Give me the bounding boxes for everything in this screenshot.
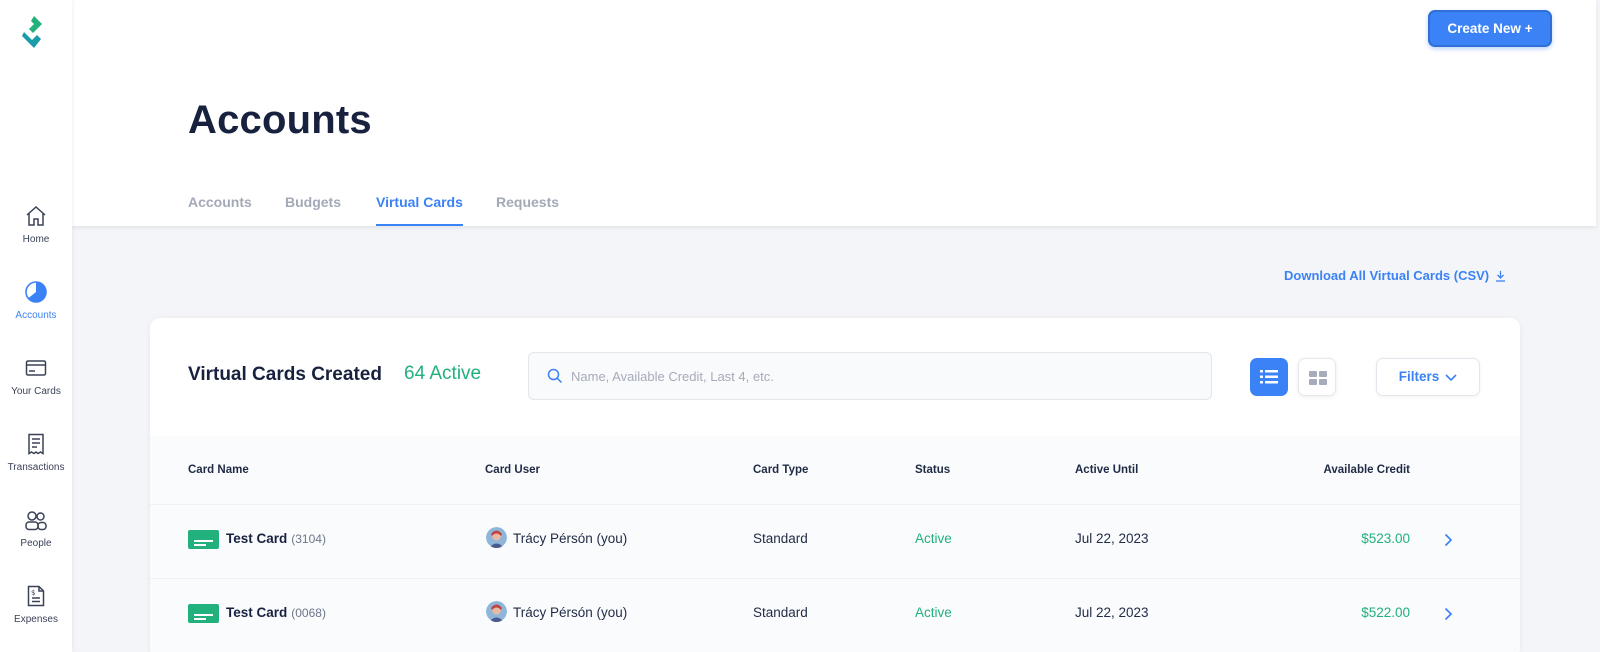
sidebar-item-your-cards[interactable]: Your Cards xyxy=(0,356,72,416)
avatar xyxy=(486,601,507,622)
sidebar-item-label: Expenses xyxy=(14,614,58,625)
table-header: Card Name Card User Card Type Status Act… xyxy=(150,436,1520,504)
card-name: Test Card (0068) xyxy=(226,605,326,620)
sidebar-item-label: Your Cards xyxy=(11,386,61,397)
card-type: Standard xyxy=(753,531,808,546)
sidebar-item-label: Home xyxy=(22,234,50,245)
sidebar-item-label: People xyxy=(20,538,52,549)
download-csv-label: Download All Virtual Cards (CSV) xyxy=(1284,268,1490,283)
people-icon xyxy=(25,511,47,531)
chevron-down-icon xyxy=(1445,374,1457,382)
active-until: Jul 22, 2023 xyxy=(1075,531,1149,546)
column-header-active-until[interactable]: Active Until xyxy=(1075,464,1138,476)
panel-title: Virtual Cards Created xyxy=(188,364,382,385)
card-last4: (3104) xyxy=(291,532,326,546)
available-credit: $522.00 xyxy=(1361,605,1410,620)
page-title: Accounts xyxy=(188,98,372,142)
sidebar-item-label: Accounts xyxy=(15,310,57,321)
search-container xyxy=(528,352,1212,400)
pie-chart-icon xyxy=(25,281,47,303)
sidebar-item-people[interactable]: People xyxy=(0,508,72,568)
column-header-card-type[interactable]: Card Type xyxy=(753,464,808,476)
card-last4: (0068) xyxy=(291,606,326,620)
list-view-icon xyxy=(1260,370,1278,384)
sidebar: Home Accounts Your Cards Transactions Pe… xyxy=(0,0,72,652)
sidebar-item-transactions[interactable]: Transactions xyxy=(0,432,72,492)
sidebar-item-expenses[interactable]: $ Expenses xyxy=(0,584,72,644)
column-header-card-user[interactable]: Card User xyxy=(485,464,540,476)
column-header-status[interactable]: Status xyxy=(915,464,950,476)
chevron-right-icon[interactable] xyxy=(1444,607,1453,621)
expense-doc-icon: $ xyxy=(27,585,45,607)
sidebar-item-accounts[interactable]: Accounts xyxy=(0,280,72,340)
receipt-icon xyxy=(28,433,44,455)
tab-budgets[interactable]: Budgets xyxy=(285,194,341,226)
virtual-card-icon xyxy=(188,530,219,549)
tab-requests[interactable]: Requests xyxy=(496,194,559,226)
search-input[interactable] xyxy=(571,353,1191,399)
column-header-available-credit[interactable]: Available Credit xyxy=(1320,464,1411,476)
filters-label: Filters xyxy=(1398,369,1440,384)
sidebar-item-home[interactable]: Home xyxy=(0,204,72,264)
download-csv-link[interactable]: Download All Virtual Cards (CSV) xyxy=(1284,268,1506,283)
active-until: Jul 22, 2023 xyxy=(1075,605,1149,620)
home-icon xyxy=(26,205,46,226)
chevron-right-icon[interactable] xyxy=(1444,533,1453,547)
list-view-button[interactable] xyxy=(1250,358,1288,396)
filters-button[interactable]: Filters xyxy=(1376,358,1480,396)
table-row[interactable]: Test Card (3104) Trácy Pérsón (you) Stand… xyxy=(150,504,1520,578)
virtual-card-icon xyxy=(188,604,219,623)
virtual-cards-panel: Virtual Cards Created 64 Active Filters … xyxy=(150,318,1520,652)
avatar xyxy=(486,527,507,548)
page-header: Create New + Accounts Accounts Budgets V… xyxy=(72,0,1596,226)
status-badge: Active xyxy=(915,531,952,546)
available-credit: $523.00 xyxy=(1361,531,1410,546)
active-count-badge: 64 Active xyxy=(404,363,482,384)
virtual-cards-table: Card Name Card User Card Type Status Act… xyxy=(150,436,1520,652)
tab-accounts[interactable]: Accounts xyxy=(188,194,252,226)
search-icon xyxy=(547,368,563,384)
card-user: Trácy Pérsón (you) xyxy=(513,531,628,546)
status-badge: Active xyxy=(915,605,952,620)
create-new-button[interactable]: Create New + xyxy=(1428,10,1552,47)
grid-view-button[interactable] xyxy=(1298,358,1336,396)
tab-virtual-cards[interactable]: Virtual Cards xyxy=(376,194,463,226)
card-name: Test Card (3104) xyxy=(226,531,326,546)
sidebar-item-label: Transactions xyxy=(7,462,65,473)
grid-view-icon xyxy=(1309,371,1327,385)
svg-text:$: $ xyxy=(31,589,35,597)
credit-card-icon xyxy=(25,360,47,376)
table-row[interactable]: Test Card (0068) Trácy Pérsón (you) Stand… xyxy=(150,578,1520,652)
card-type: Standard xyxy=(753,605,808,620)
column-header-card-name[interactable]: Card Name xyxy=(188,464,249,476)
logo-icon[interactable] xyxy=(16,14,52,52)
card-user: Trácy Pérsón (you) xyxy=(513,605,628,620)
download-icon xyxy=(1496,271,1506,282)
